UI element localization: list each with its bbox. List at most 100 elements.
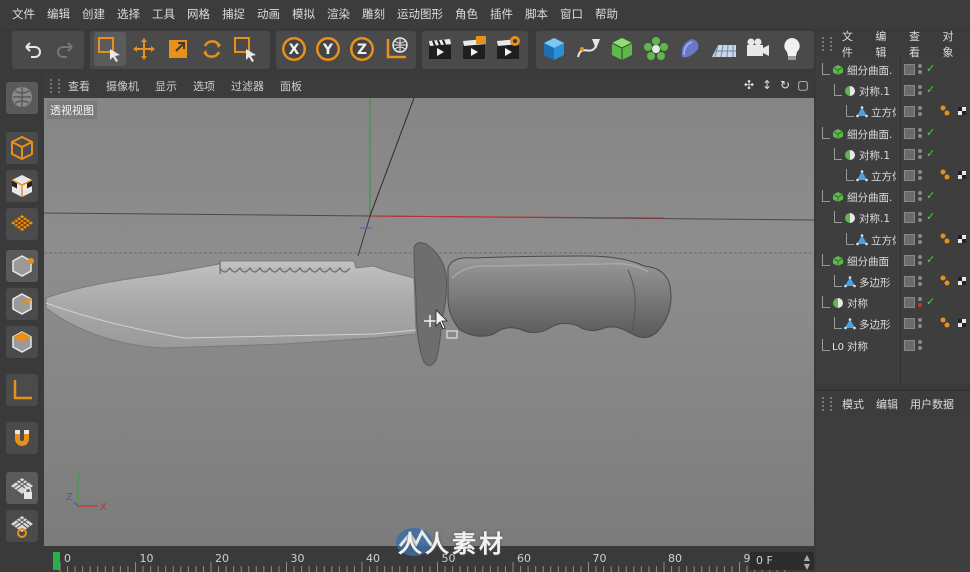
live-selection-button[interactable] — [94, 32, 126, 66]
light-object-button[interactable] — [776, 32, 808, 66]
object-row[interactable]: 对称.1 ✓ — [816, 81, 970, 102]
menu-item[interactable]: 选择 — [111, 6, 146, 22]
stepper-arrows-icon[interactable]: ▲ ▼ — [804, 553, 810, 571]
visibility-dots-icon[interactable] — [918, 147, 924, 163]
menu-item[interactable]: 文件 — [6, 6, 41, 22]
material-tag-icon[interactable] — [940, 317, 970, 332]
coordinate-system-button[interactable] — [380, 32, 412, 66]
object-menu-item[interactable]: 对象 — [936, 28, 970, 60]
visibility-dots-icon[interactable] — [918, 189, 924, 205]
texture-mode-button[interactable] — [6, 170, 38, 202]
redo-button[interactable] — [50, 32, 82, 66]
object-row[interactable]: 细分曲面 ✓ — [816, 251, 970, 272]
workplane-lock-button[interactable] — [6, 472, 38, 504]
recent-tool-button[interactable] — [230, 32, 262, 66]
menu-item[interactable]: 角色 — [449, 6, 484, 22]
rotate-tool-button[interactable] — [196, 32, 228, 66]
enabled-check-icon[interactable]: ✓ — [926, 147, 935, 160]
layer-color-swatch[interactable] — [904, 148, 915, 160]
z-axis-lock-button[interactable]: Z — [346, 32, 378, 66]
menu-item[interactable]: 创建 — [76, 6, 111, 22]
visibility-dots-icon[interactable] — [918, 338, 924, 354]
render-to-picture-viewer-button[interactable] — [458, 32, 490, 66]
move-tool-button[interactable] — [128, 32, 160, 66]
current-frame-field[interactable]: 0 F ▲ ▼ — [750, 552, 814, 571]
tree-branch-icon[interactable] — [822, 296, 830, 309]
tree-branch-icon[interactable] — [822, 63, 830, 75]
object-row[interactable]: L0 对称 — [816, 336, 970, 357]
object-row[interactable]: 多边形 — [816, 314, 970, 335]
axis-mode-button[interactable] — [6, 374, 38, 406]
layer-color-swatch[interactable] — [904, 297, 915, 309]
object-row[interactable]: 立方体 — [816, 102, 970, 123]
object-row[interactable]: 细分曲面. ✓ — [816, 60, 970, 81]
layer-color-swatch[interactable] — [904, 191, 915, 203]
enabled-check-icon[interactable]: ✓ — [926, 189, 935, 202]
layer-color-swatch[interactable] — [904, 318, 915, 330]
viewport-menu-item[interactable]: 查看 — [60, 78, 98, 94]
spline-pen-button[interactable] — [572, 32, 604, 66]
visibility-dots-icon[interactable] — [918, 274, 924, 290]
enabled-check-icon[interactable]: ✓ — [926, 295, 935, 308]
drag-handle-icon[interactable] — [822, 396, 832, 411]
object-row[interactable]: 细分曲面. ✓ — [816, 187, 970, 208]
edges-mode-button[interactable] — [6, 288, 38, 320]
viewport-menu-item[interactable]: 面板 — [272, 78, 310, 94]
material-tag-icon[interactable] — [940, 105, 970, 120]
layer-color-swatch[interactable] — [904, 170, 915, 181]
layer-color-swatch[interactable] — [904, 276, 915, 287]
model-mode-button[interactable] — [6, 132, 38, 164]
object-row[interactable]: 立方体 — [816, 166, 970, 187]
menu-item[interactable]: 脚本 — [519, 6, 554, 22]
object-row[interactable]: 对称 ✓ — [816, 293, 970, 314]
object-menu-item[interactable]: 查看 — [903, 28, 937, 60]
visibility-dots-icon[interactable] — [918, 126, 924, 142]
camera-object-button[interactable] — [742, 32, 774, 66]
cube-object-button[interactable] — [538, 32, 570, 66]
visibility-dots-icon[interactable] — [918, 295, 924, 311]
object-menu-item[interactable]: 编辑 — [869, 28, 903, 60]
undo-button[interactable] — [16, 32, 48, 66]
playhead-marker[interactable] — [53, 552, 60, 570]
layer-color-swatch[interactable] — [904, 127, 915, 139]
planar-workplane-button[interactable] — [6, 510, 38, 542]
visibility-dots-icon[interactable] — [918, 232, 924, 248]
menu-item[interactable]: 网格 — [181, 6, 216, 22]
enabled-check-icon[interactable]: ✓ — [926, 62, 935, 75]
mograph-cloner-button[interactable] — [640, 32, 672, 66]
menu-item[interactable]: 运动图形 — [391, 6, 449, 22]
visibility-dots-icon[interactable] — [918, 104, 924, 120]
render-view-button[interactable] — [424, 32, 456, 66]
menu-item[interactable]: 窗口 — [554, 6, 589, 22]
menu-item[interactable]: 工具 — [146, 6, 181, 22]
pan-view-icon[interactable]: ✣ — [742, 78, 756, 92]
y-axis-lock-button[interactable]: Y — [312, 32, 344, 66]
viewport-menu-item[interactable]: 显示 — [147, 78, 185, 94]
object-menu-item[interactable]: 文件 — [836, 28, 870, 60]
visibility-dots-icon[interactable] — [918, 83, 924, 99]
menu-item[interactable]: 雕刻 — [356, 6, 391, 22]
maximize-view-icon[interactable]: ▢ — [796, 78, 810, 92]
subdivision-surface-button[interactable] — [606, 32, 638, 66]
tree-branch-icon[interactable] — [822, 190, 830, 203]
enabled-check-icon[interactable]: ✓ — [926, 210, 935, 223]
material-tag-icon[interactable] — [940, 233, 970, 248]
visibility-dots-icon[interactable] — [918, 62, 924, 78]
attribute-menu-item[interactable]: 用户数据 — [904, 396, 960, 412]
enabled-check-icon[interactable]: ✓ — [926, 83, 935, 96]
visibility-dots-icon[interactable] — [918, 210, 924, 226]
visibility-dots-icon[interactable] — [918, 168, 924, 184]
attribute-menu-item[interactable]: 模式 — [836, 396, 870, 412]
perspective-viewport[interactable]: Y Z X 透视视图 — [44, 98, 814, 546]
menu-item[interactable]: 编辑 — [41, 6, 76, 22]
layer-color-swatch[interactable] — [904, 212, 915, 224]
make-editable-button[interactable] — [6, 82, 38, 114]
drag-handle-icon[interactable] — [50, 79, 60, 93]
tree-branch-icon[interactable] — [822, 253, 830, 266]
menu-item[interactable]: 帮助 — [589, 6, 624, 22]
layer-color-swatch[interactable] — [904, 64, 915, 75]
layer-color-swatch[interactable] — [904, 85, 915, 97]
tree-branch-icon[interactable] — [822, 126, 830, 139]
object-row[interactable]: 多边形 — [816, 272, 970, 293]
menu-item[interactable]: 模拟 — [286, 6, 321, 22]
